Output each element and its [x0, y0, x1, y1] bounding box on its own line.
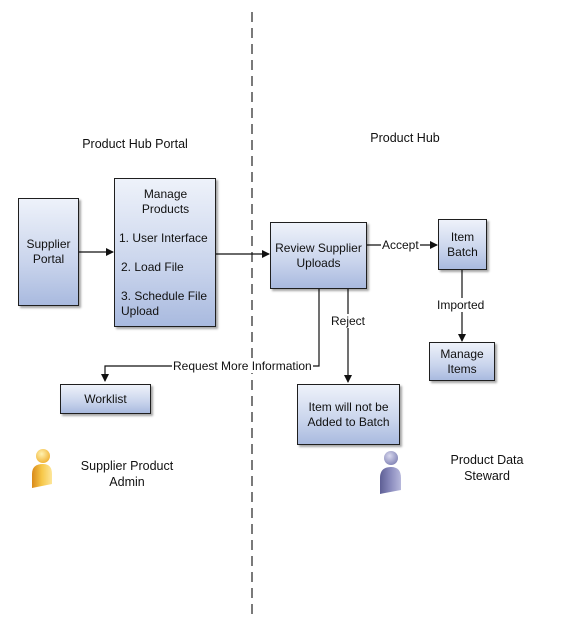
node-list-item: 3. Schedule File Upload [121, 289, 208, 318]
lane-title-hub: Product Hub [370, 131, 440, 145]
node-manage-products[interactable]: Manage Products 1. User Interface 2. Loa… [114, 178, 216, 327]
node-list-item: 1. User Interface [119, 231, 208, 245]
node-label: Review Supplier Uploads [275, 240, 362, 270]
node-label: Item Batch [447, 229, 478, 259]
lane-title-portal: Product Hub Portal [82, 137, 188, 151]
node-label: Item will not be Added to Batch [307, 399, 390, 429]
node-worklist[interactable]: Worklist [60, 384, 151, 414]
node-label: Supplier Portal [26, 237, 71, 266]
actor-label-supplier-admin: Supplier Product Admin [80, 459, 174, 489]
edge-label-reject: Reject [330, 314, 367, 328]
node-item-batch[interactable]: Item Batch [438, 219, 487, 270]
node-label: Worklist [84, 391, 127, 406]
node-item-not-added[interactable]: Item will not be Added to Batch [297, 384, 400, 445]
edge-label-accept: Accept [381, 238, 420, 252]
actor-label-data-steward: Product Data Steward [450, 453, 524, 483]
node-review-supplier-uploads[interactable]: Review Supplier Uploads [270, 222, 367, 289]
connectors-layer [79, 12, 466, 616]
data-steward-icon [380, 451, 401, 494]
node-supplier-portal[interactable]: Supplier Portal [18, 198, 79, 306]
node-title: Manage Products [141, 187, 190, 216]
supplier-admin-icon [32, 449, 52, 488]
diagram-canvas: Product Hub Portal Product Hub Supplier … [0, 0, 576, 624]
node-manage-items[interactable]: Manage Items [429, 342, 495, 381]
node-label: Manage Items [440, 346, 484, 376]
node-list-item: 2. Load File [121, 260, 184, 274]
edge-label-imported: Imported [436, 298, 486, 312]
edge-label-request-more-info: Request More Information [172, 359, 313, 373]
